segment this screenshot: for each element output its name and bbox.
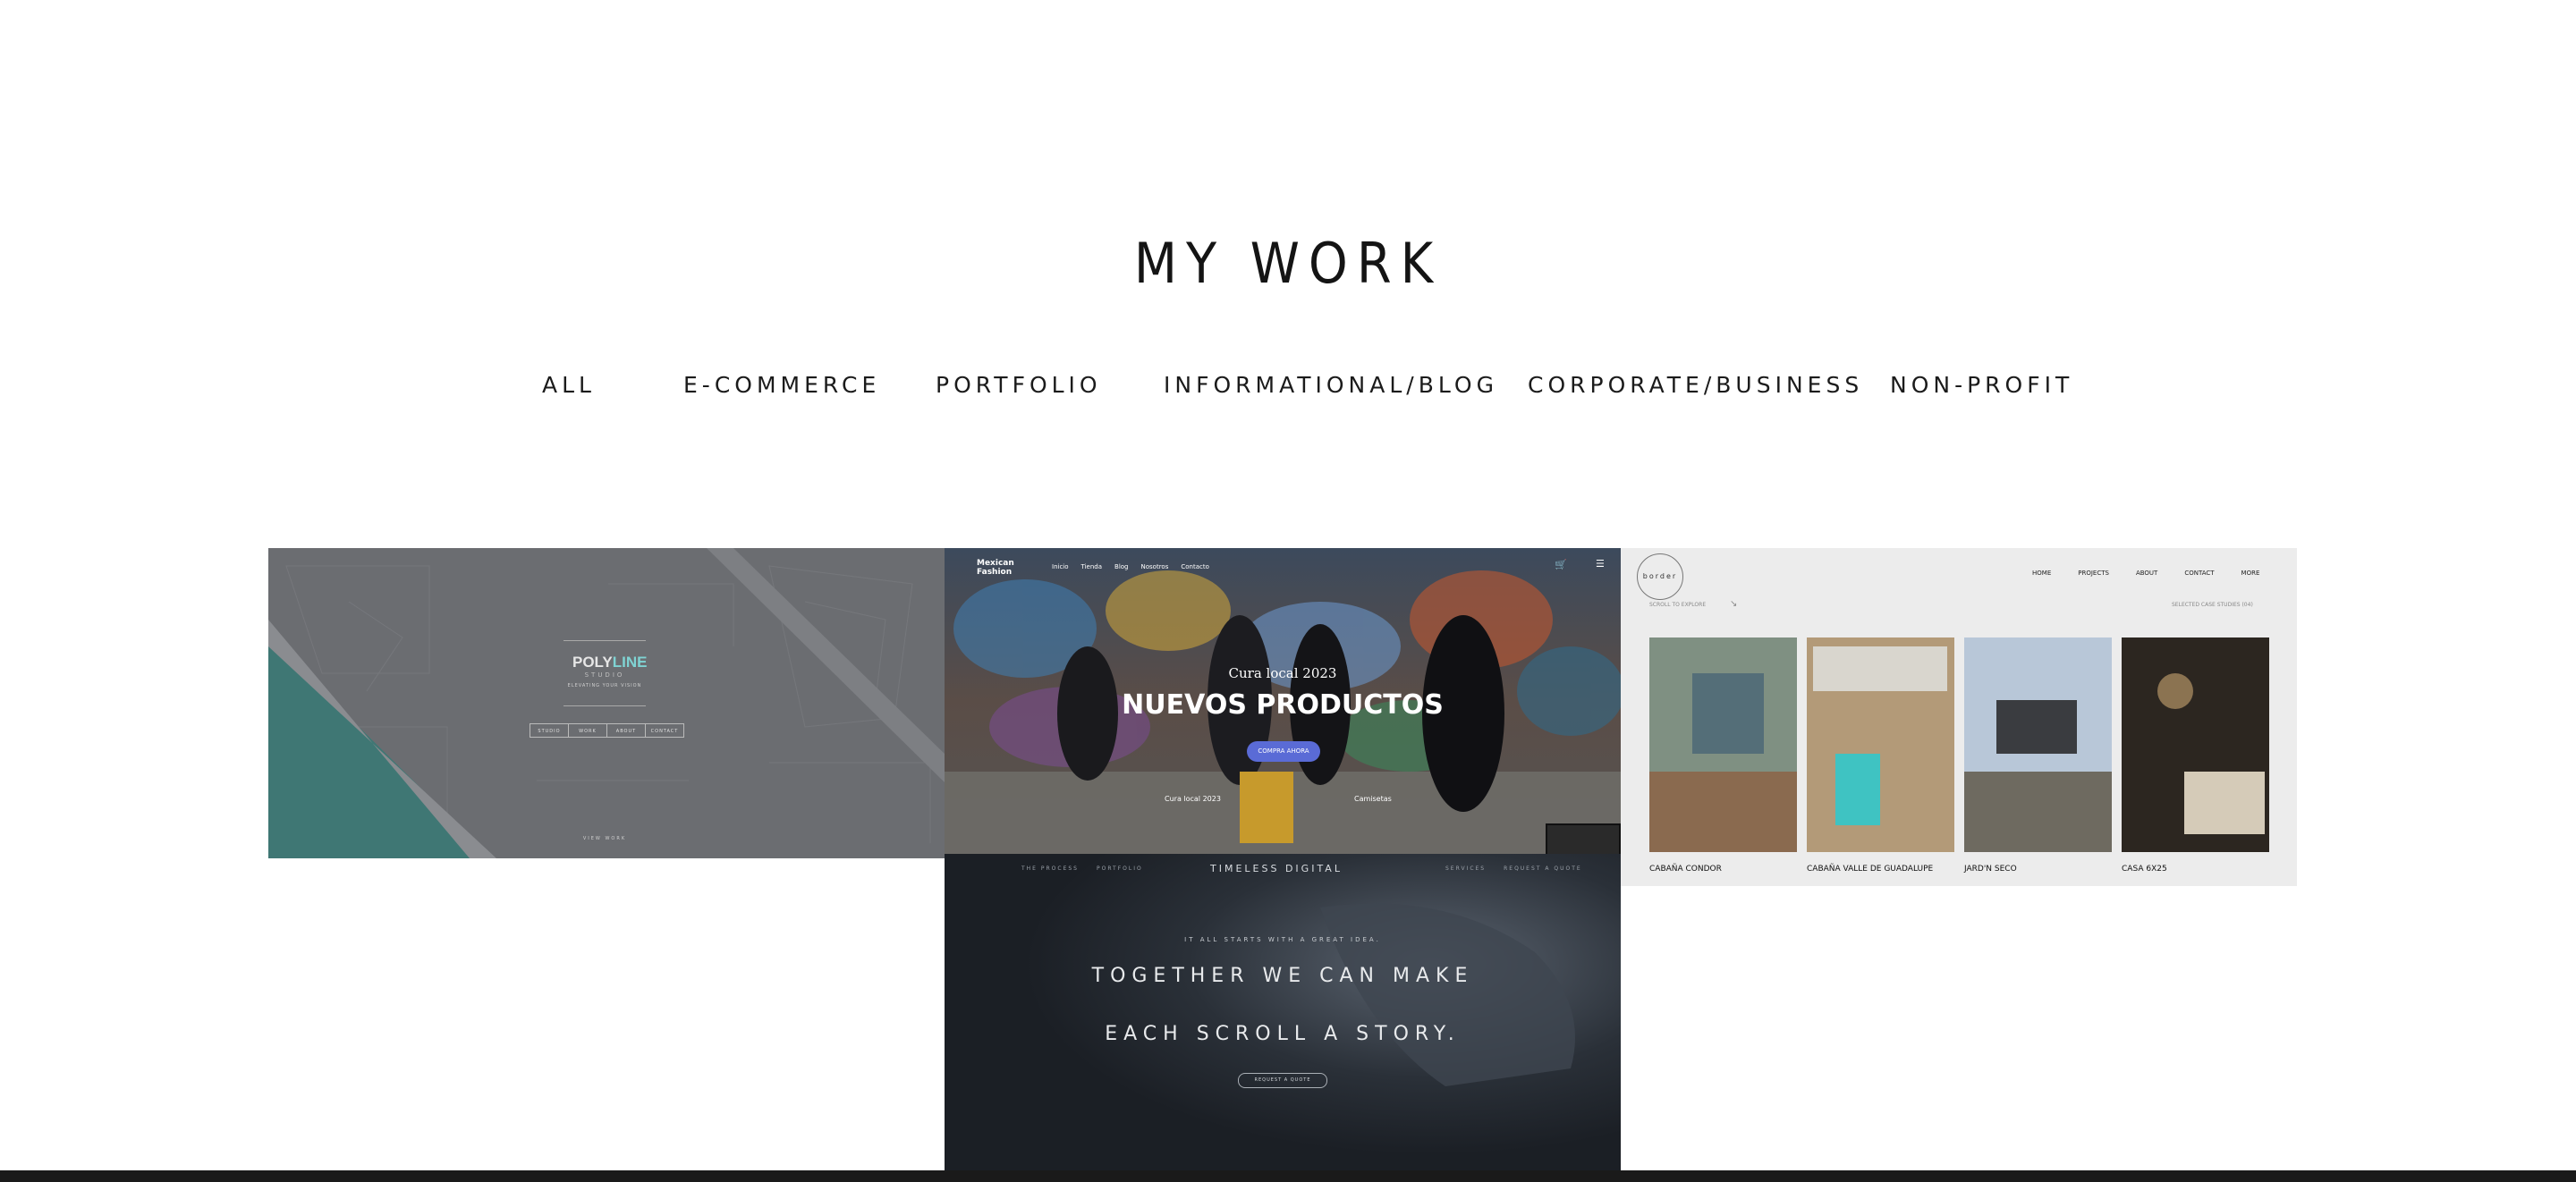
timeless-nav-right: SERVICES REQUEST A QUOTE [1445,865,1582,872]
border-scroll-hint: SCROLL TO EXPLORE [1649,602,1707,608]
mexican-cta-button[interactable]: COMPRA AHORA [1247,741,1320,762]
border-project-images [1649,637,2269,852]
polyline-logo-b: LINE [612,654,648,671]
menu-icon[interactable]: ☰ [1596,558,1605,570]
portfolio-item-polyline[interactable]: POLYLINE STUDIO ELEVATING YOUR VISION ST… [268,548,945,858]
portfolio-item-border[interactable]: border HOME PROJECTS ABOUT CONTACT MORE … [1621,548,2297,886]
polyline-nav-item[interactable]: WORK [569,723,607,738]
mexican-nav-item[interactable]: Tienda [1081,563,1102,570]
mexican-logo[interactable]: Mexican Fashion [977,559,1021,577]
border-nav-item[interactable]: MORE [2241,570,2260,577]
polyline-divider [564,640,646,641]
border-project-title[interactable]: CASA 6X25 [2122,865,2167,874]
border-selected-label: SELECTED CASE STUDIES (04) [2172,602,2253,608]
border-logo-text: border [1642,572,1678,580]
polyline-logo-a: POLY [572,654,613,671]
portfolio-item-mexican-fashion[interactable]: Mexican Fashion Inicio Tienda Blog Nosot… [945,548,1621,855]
polyline-nav: STUDIO WORK ABOUT CONTACT [530,723,684,738]
mexican-nav-item[interactable]: Inicio [1052,563,1069,570]
polyline-nav-item[interactable]: STUDIO [530,723,569,738]
mexican-category-2[interactable]: Camisetas [1354,795,1392,803]
border-logo[interactable]: border [1637,553,1683,600]
mexican-nav-item[interactable]: Blog [1114,563,1128,570]
filter-non-profit[interactable]: NON-PROFIT [1890,372,2073,398]
mexican-category-1[interactable]: Cura local 2023 [1165,795,1221,803]
border-nav: HOME PROJECTS ABOUT CONTACT MORE [2032,570,2259,577]
timeless-hero-image [945,854,1621,1170]
mexican-nav-item[interactable]: Contacto [1181,563,1209,570]
timeless-nav-item[interactable]: SERVICES [1445,865,1486,872]
mexican-nav: Inicio Tienda Blog Nosotros Contacto [1052,563,1209,570]
timeless-kicker: IT ALL STARTS WITH A GREAT IDEA. [1184,936,1381,943]
border-project-title[interactable]: JARD'N SECO [1964,865,2017,874]
polyline-nav-item[interactable]: CONTACT [646,723,684,738]
border-nav-item[interactable]: HOME [2032,570,2051,577]
portfolio-filters: ALL E-COMMERCE PORTFOLIO INFORMATIONAL/B… [0,372,2576,402]
cart-icon[interactable]: 🛒 [1555,559,1567,570]
border-project-title[interactable]: CABAÑA CONDOR [1649,865,1722,874]
footer-bar [0,1170,2576,1182]
polyline-footer-link[interactable]: VIEW WORK [572,836,637,841]
filter-corporate-business[interactable]: CORPORATE/BUSINESS [1528,372,1863,398]
timeless-headline-1: TOGETHER WE CAN MAKE [1091,965,1474,987]
border-project-title[interactable]: CABAÑA VALLE DE GUADALUPE [1807,865,1933,874]
arrow-down-icon: ↘ [1730,599,1738,609]
polyline-nav-item[interactable]: ABOUT [607,723,646,738]
filter-informational-blog[interactable]: INFORMATIONAL/BLOG [1164,372,1498,398]
polyline-logo: POLYLINE [572,654,647,684]
timeless-nav-item[interactable]: REQUEST A QUOTE [1504,865,1582,872]
mexican-thumbnail [1546,823,1621,855]
portfolio-item-timeless-digital[interactable]: THE PROCESS PORTFOLIO TIMELESS DIGITAL S… [945,854,1621,1170]
polyline-logo-sub: STUDIO [584,671,625,679]
mexican-nav-item[interactable]: Nosotros [1141,563,1169,570]
timeless-cta-button[interactable]: REQUEST A QUOTE [1238,1073,1327,1088]
filter-all[interactable]: ALL [542,372,596,398]
border-nav-item[interactable]: CONTACT [2184,570,2214,577]
polyline-background [268,548,945,858]
polyline-divider [564,705,646,706]
filter-portfolio[interactable]: PORTFOLIO [936,372,1102,398]
mexican-kicker: Cura local 2023 [1228,665,1337,681]
mexican-headline: NUEVOS PRODUCTOS [1122,689,1444,721]
border-nav-item[interactable]: PROJECTS [2078,570,2109,577]
timeless-headline-2: EACH SCROLL A STORY. [1105,1023,1461,1045]
filter-ecommerce[interactable]: E-COMMERCE [683,372,880,398]
polyline-tagline: ELEVATING YOUR VISION [567,683,642,688]
border-nav-item[interactable]: ABOUT [2136,570,2157,577]
page-title: MY WORK [1133,231,1443,296]
